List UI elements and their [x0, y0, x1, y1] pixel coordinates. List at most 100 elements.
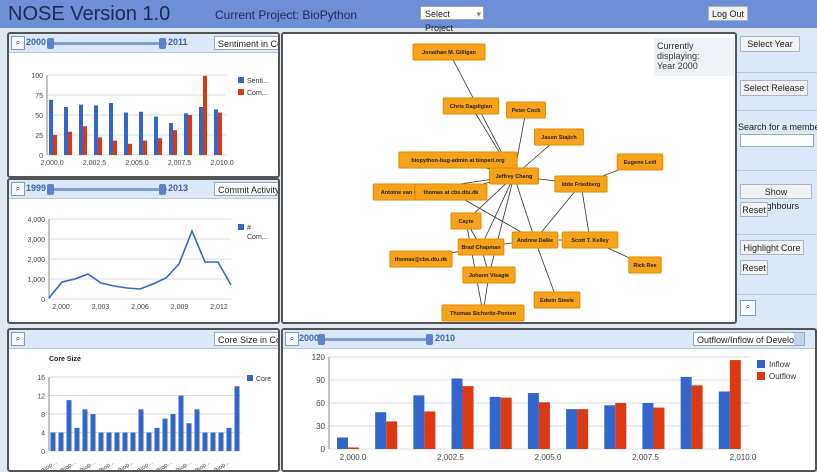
bar [642, 403, 654, 449]
bar [154, 116, 158, 155]
bar [729, 360, 741, 449]
x-tick-label: 2,002.5 [83, 160, 106, 167]
legend-swatch [757, 360, 765, 368]
end-year-label: 2010 [435, 333, 456, 343]
bar [210, 432, 216, 451]
y-tick-label: 12 [37, 394, 45, 401]
reset-neighbours-button[interactable]: Reset [740, 202, 768, 217]
start-year-label: 2000 [26, 37, 47, 47]
x-tick-label: 2,009 [171, 304, 189, 311]
flow-toolbar: ⌕ 2000 2010 Outflow/Inflow of Developers [283, 330, 815, 349]
y-tick-label: 16 [37, 375, 45, 382]
bar [386, 421, 398, 449]
member-node-label: Chris Dagdigian [450, 104, 493, 110]
slider-end-handle[interactable] [159, 184, 166, 195]
network-graph[interactable]: Jonathan M. Gilligan Chris Dagdigian Peter… [283, 34, 735, 322]
divider [737, 72, 817, 73]
bar [188, 115, 192, 155]
x-tick-label: 2,010.0 [730, 453, 757, 462]
logout-button[interactable]: Log Out [708, 6, 748, 21]
member-node-label: Jeffrey Chang [496, 174, 533, 180]
x-tick-label: Biop... [156, 460, 174, 472]
slider-end-handle[interactable] [159, 38, 166, 49]
bar [203, 75, 207, 155]
x-tick-label: 2,000 [52, 304, 70, 311]
select-project-dropdown[interactable]: Select Project ▾ [420, 6, 484, 33]
core-toolbar: ⌕ Core Size in Comm [9, 330, 278, 349]
y-tick-label: 75 [35, 93, 43, 100]
bar [653, 407, 665, 449]
bar [199, 107, 203, 155]
metric-dropdown[interactable]: Core Size in Comm [214, 332, 278, 346]
bar [170, 414, 176, 451]
legend-label: Core [256, 376, 271, 383]
bar [194, 409, 200, 451]
bar [615, 403, 627, 449]
y-tick-label: 60 [316, 399, 325, 408]
year-range-slider[interactable] [49, 42, 167, 45]
x-tick-label: 2,010.0 [210, 160, 233, 167]
y-tick-label: 8 [41, 412, 45, 419]
y-tick-label: 30 [316, 422, 325, 431]
year-range-slider[interactable] [49, 188, 167, 191]
bar [122, 432, 128, 451]
x-tick-label: 2,007.5 [632, 453, 659, 462]
bar [718, 391, 730, 449]
developer-flow-panel: ⌕ 2000 2010 Outflow/Inflow of Developers… [281, 328, 817, 472]
core-size-chart: Core Size0481216 CoreBiop... Biop... Biop..… [37, 356, 271, 472]
select-release-button[interactable]: Select Release [740, 80, 808, 96]
bar [82, 409, 88, 451]
start-year-label: 1999 [26, 183, 47, 193]
core-size-panel: ⌕ Core Size in Comm Core Size 0 4 8 12 16 Core… [7, 328, 280, 472]
bar [375, 412, 387, 449]
slider-start-handle[interactable] [47, 38, 54, 49]
bar [53, 135, 57, 155]
metric-dropdown[interactable]: Outflow/Inflow of Developers [693, 332, 805, 346]
sentiment-toolbar: ⌕ 2000 2011 Sentiment in Comm [9, 34, 278, 53]
x-tick-label: 2,000.0 [340, 453, 367, 462]
bar [413, 395, 425, 449]
highlight-core-button[interactable]: Highlight Core [740, 240, 804, 255]
legend-label: Com... [247, 234, 268, 241]
y-tick-label: 25 [35, 133, 43, 140]
x-tick-label: 2,002.5 [437, 453, 464, 462]
legend-label: Com... [247, 90, 268, 97]
x-tick-label: Biop... [41, 460, 59, 472]
select-year-button[interactable]: Select Year [740, 36, 800, 52]
member-node-label: Jason Stajich [541, 135, 577, 141]
slider-start-handle[interactable] [47, 184, 54, 195]
bar [234, 386, 240, 451]
divider [737, 110, 817, 111]
bar [83, 126, 87, 155]
y-tick-label: 90 [316, 376, 325, 385]
x-tick-label: 2,005.0 [535, 453, 562, 462]
bar [186, 423, 192, 451]
y-tick-label: 0 [39, 153, 43, 160]
bar [143, 140, 147, 155]
end-year-label: 2011 [168, 37, 188, 47]
x-tick-label: Biop... [98, 460, 116, 472]
bar [64, 107, 68, 155]
show-neighbours-button[interactable]: Show Neighbours [740, 184, 812, 211]
start-year-label: 2000 [299, 333, 320, 343]
member-search-input[interactable] [740, 134, 814, 147]
zoom-icon[interactable]: ⌕ [11, 36, 25, 50]
metric-dropdown[interactable]: Commit Activity [214, 182, 278, 196]
y-tick-label: 0 [41, 297, 45, 304]
zoom-icon[interactable]: ⌕ [11, 182, 25, 196]
zoom-icon[interactable]: ⌕ [740, 300, 756, 316]
zoom-icon[interactable]: ⌕ [11, 332, 25, 346]
metric-dropdown[interactable]: Sentiment in Comm [214, 36, 278, 50]
legend-label: Inflow [769, 360, 790, 369]
bar [178, 395, 184, 451]
slider-end-handle[interactable] [426, 334, 433, 345]
bar [202, 432, 208, 451]
y-tick-label: 4,000 [27, 217, 45, 224]
slider-start-handle[interactable] [318, 334, 325, 345]
y-tick-label: 1,000 [27, 277, 45, 284]
year-range-slider[interactable] [321, 338, 431, 341]
zoom-icon[interactable]: ⌕ [285, 332, 299, 346]
bar [68, 131, 72, 155]
divider [737, 170, 817, 171]
reset-core-button[interactable]: Reset [740, 260, 768, 275]
